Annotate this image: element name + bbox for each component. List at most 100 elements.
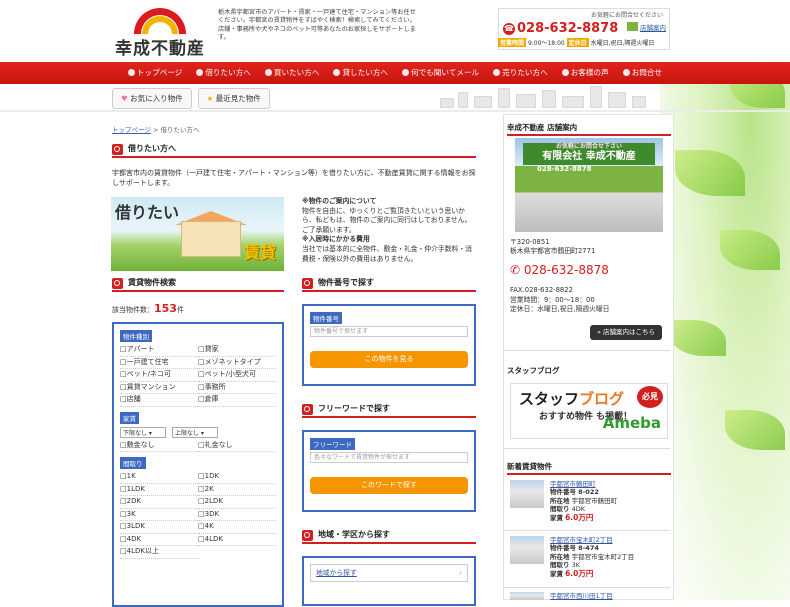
header-phone[interactable]: ☎ 028-632-8878 <box>503 21 618 36</box>
building-icon <box>622 69 630 76</box>
layout-text: 1DK <box>204 472 220 480</box>
area-search-heading: 地域・学区から探す <box>302 528 476 544</box>
listing-thumbnail[interactable] <box>510 592 544 600</box>
layout-checkbox[interactable]: □2LDK <box>198 496 276 509</box>
number-search-button[interactable]: この物件を見る <box>310 351 468 368</box>
listing-item[interactable]: 宇都宮市西川田1丁目 <box>510 592 613 600</box>
type-checkbox[interactable]: □ペット/ネコ可 <box>120 369 198 382</box>
rent-banner: 借りたい 賃貸 <box>111 197 284 271</box>
leaf-decoration <box>675 150 745 196</box>
layout-checkbox[interactable]: □4K <box>198 521 276 534</box>
favorites-button[interactable]: ♥ お気に入り物件 <box>112 88 192 109</box>
type-checkbox[interactable]: □事務所 <box>198 382 276 394</box>
address: 栃木県宇都宮市鶴田町2771 <box>510 247 596 255</box>
listing-no-label: 物件番号 <box>550 488 576 497</box>
layout-checkbox[interactable]: □4LDK以上 <box>120 546 200 559</box>
rent-checkbox[interactable]: □礼金なし <box>198 440 276 452</box>
business-hours: 営業時間 9:00～18:00 定休日 水曜日,祝日,隔週火曜日 <box>498 38 670 47</box>
type-checkbox[interactable]: □アパート <box>120 344 198 357</box>
area-search-box: 地域から探す › <box>302 556 476 606</box>
free-search-button[interactable]: このワードで探す <box>310 477 468 494</box>
shop-info-link[interactable]: 店舗案内 <box>627 22 666 32</box>
shop-sign: お気軽にお問合せ下さい 有限会社 幸成不動産 <box>523 143 655 165</box>
listing-item[interactable]: 宇都宮市鶴田町 物件番号 8-022 所在地 宇都宮市鶴田町 間取り 4DK 家… <box>510 480 617 522</box>
building-shape <box>498 88 510 108</box>
layout-text: 2DK <box>126 497 142 505</box>
rent-checkbox[interactable]: □敷金なし <box>120 440 198 452</box>
type-checkbox[interactable]: □メゾネットタイプ <box>198 357 276 369</box>
nav-rent[interactable]: 借りたい方へ <box>189 62 258 84</box>
listing-rent-label: 家賃 <box>550 569 563 578</box>
nav-sell[interactable]: 売りたい方へ <box>486 62 555 84</box>
type-checkbox[interactable]: □ペット/小型犬可 <box>198 369 276 382</box>
type-label-text: 事務所 <box>204 382 226 391</box>
search-icon <box>196 69 204 76</box>
free-input[interactable]: 色々なワードで賃貸物件が探せます <box>310 452 468 463</box>
area-link[interactable]: 地域から探す › <box>310 564 468 582</box>
layout-checkbox[interactable]: □2K <box>198 484 276 496</box>
layout-checkbox[interactable]: □4LDK <box>198 534 276 546</box>
number-search-heading: 物件番号で探す <box>302 276 476 292</box>
site-logo[interactable]: 幸成不動産 <box>112 8 208 59</box>
listing-rent: 6.0万円 <box>565 568 594 578</box>
listing-loc: 宇都宮市鶴田町 <box>571 496 618 505</box>
search-icon <box>264 69 272 76</box>
breadcrumb-current: 借りたい方へ <box>160 126 200 134</box>
nav-contact[interactable]: お問合せ <box>616 62 669 84</box>
layout-checkbox[interactable]: □2DK <box>120 496 198 509</box>
banner-title: 借りたい <box>115 203 180 222</box>
rental-search-heading: 賃貸物件検索 <box>112 276 284 292</box>
type-checkbox[interactable]: □一戸建て住宅 <box>120 357 198 369</box>
home-icon <box>127 69 135 76</box>
listing-thumbnail[interactable] <box>510 536 544 564</box>
nav-home[interactable]: トップページ <box>121 62 189 84</box>
side-phone[interactable]: ✆ 028-632-8878 <box>510 263 609 277</box>
layout-checkbox[interactable]: □3K <box>120 509 198 521</box>
layout-checkbox[interactable]: □1LDK <box>120 484 198 496</box>
leaf-decoration <box>670 320 726 356</box>
type-label-text: アパート <box>126 345 155 353</box>
layout-text: 4LDK <box>204 534 223 543</box>
layout-checkbox[interactable]: □3LDK <box>120 521 198 534</box>
nav-home-label: トップページ <box>136 68 183 77</box>
number-input[interactable]: 物件番号で探せます <box>310 326 468 337</box>
type-checkbox[interactable]: □店舗 <box>120 394 198 407</box>
shop-info-button[interactable]: » 店舗案内はこちら <box>590 325 662 340</box>
layout-checkbox[interactable]: □3DK <box>198 509 276 521</box>
listing-title[interactable]: 宇都宮市西川田1丁目 <box>550 592 613 600</box>
type-checkbox[interactable]: □貸家 <box>198 344 276 357</box>
listing-thumbnail[interactable] <box>510 480 544 508</box>
layout-checkbox[interactable]: □1DK <box>198 471 276 484</box>
town-illustration <box>440 86 660 108</box>
recent-button[interactable]: ★ 最近見た物件 <box>197 88 270 109</box>
layout-checkbox[interactable]: □4DK <box>120 534 198 546</box>
nav-lend-label: 貸したい方へ <box>342 68 389 77</box>
breadcrumb-home[interactable]: トップページ <box>112 126 151 134</box>
building-shape <box>632 96 646 108</box>
count-value: 153 <box>154 302 177 315</box>
type-checkbox[interactable]: □倉庫 <box>198 394 276 407</box>
rent-max-select[interactable]: 上限なし ▾ <box>172 426 218 438</box>
nav-voice[interactable]: お客様の声 <box>555 62 616 84</box>
logo-name: 幸成不動産 <box>115 39 205 59</box>
layout-checkbox[interactable]: □1K <box>120 471 198 484</box>
staff-blog-banner[interactable]: スタッフブログ 必見 おすすめ物件 も掲載！ Ameba <box>510 383 668 439</box>
listing-loc-label: 所在地 <box>550 552 570 561</box>
user-icon <box>333 69 341 76</box>
blog-heading: スタッフブログ <box>507 366 560 375</box>
type-label-text: 店舗 <box>126 395 141 403</box>
rent-min-select[interactable]: 下限なし ▾ <box>120 426 166 438</box>
divider <box>504 350 670 351</box>
building-shape <box>608 92 626 108</box>
type-checkbox[interactable]: □賃貸マンション <box>120 382 198 394</box>
type-label-text: メゾネットタイプ <box>204 357 261 366</box>
site-intro: 栃木県宇都宮市のアパート・賃家・一戸建て住宅・マンション等お任せください。宇都宮… <box>218 9 416 42</box>
breadcrumb: トップページ > 借りたい方へ <box>112 124 199 134</box>
type-label-text: ペット/小型犬可 <box>204 370 256 378</box>
layout-text: 2K <box>204 484 214 493</box>
nav-lend[interactable]: 貸したい方へ <box>326 62 395 84</box>
listing-item[interactable]: 宇都宮市宝木町2丁目 物件番号 8-474 所在地 宇都宮市宝木町2丁目 間取り… <box>510 536 634 578</box>
nav-mail[interactable]: 何でも聞いてメール <box>395 62 486 84</box>
nav-buy[interactable]: 買いたい方へ <box>258 62 327 84</box>
page-title: 借りたい方へ <box>112 142 476 158</box>
